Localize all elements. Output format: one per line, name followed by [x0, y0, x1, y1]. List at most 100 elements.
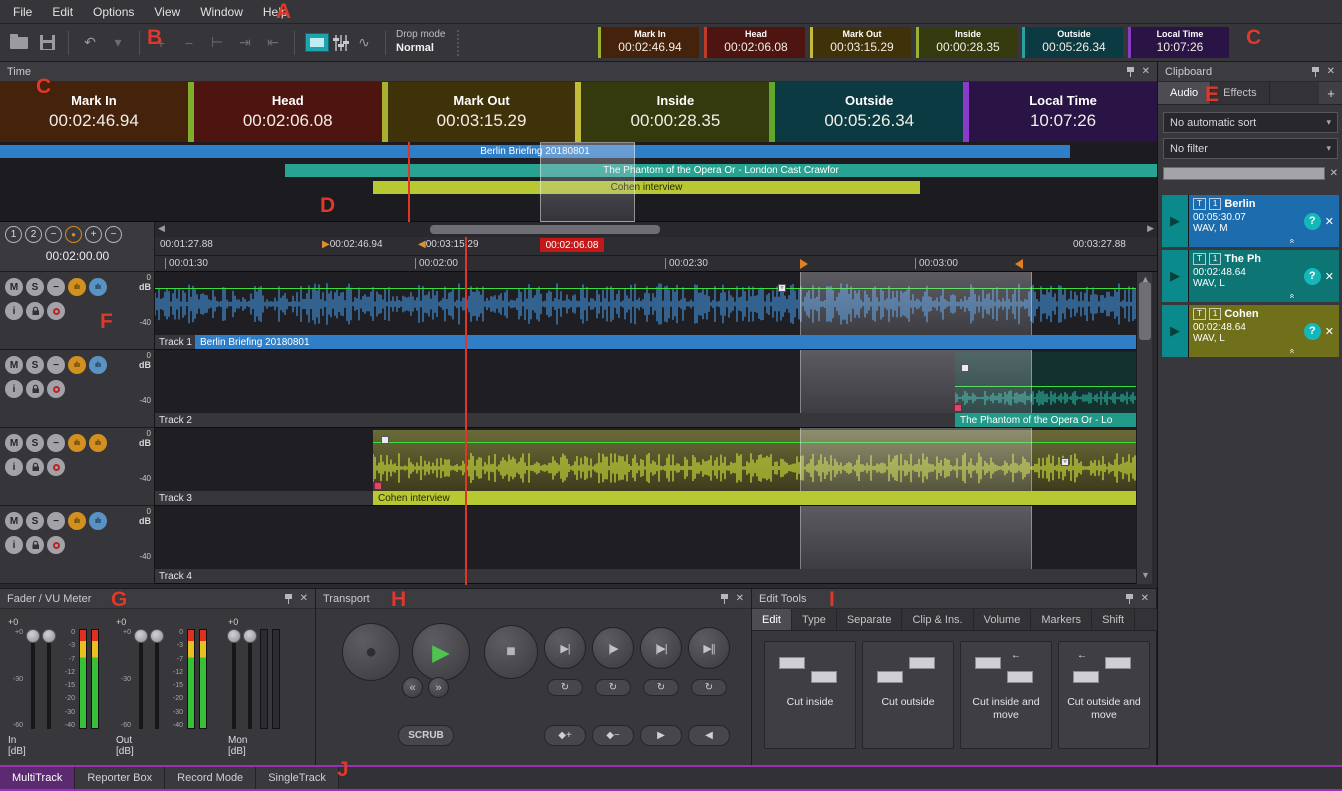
pan-curve-icon[interactable]: ılı	[89, 512, 107, 530]
ruler-tick-row[interactable]: 00:01:30 00:02:00 00:02:30 00:03:00	[155, 255, 1157, 272]
zoom-out-button[interactable]: −	[45, 226, 62, 243]
collapse-button[interactable]: −	[47, 434, 65, 452]
overview-clip-phantom[interactable]: The Phantom of the Opera Or - London Cas…	[285, 164, 1157, 177]
workspace-tab-singletrack[interactable]: SingleTrack	[256, 767, 339, 789]
clip-marker[interactable]: ▿	[1061, 458, 1069, 466]
cut-inside-button[interactable]: Cut inside	[764, 641, 856, 749]
forward-button[interactable]: »	[428, 677, 449, 698]
cut-outside-button[interactable]: Cut outside	[862, 641, 954, 749]
clipboard-item[interactable]: ▶ T 1 Berlin 00:05:30.07 WAV, M « ? ✕	[1162, 195, 1339, 247]
play-icon[interactable]: ▶	[1162, 305, 1189, 357]
collapse-button[interactable]: −	[47, 278, 65, 296]
info-button[interactable]: i	[5, 536, 23, 554]
menu-item-window[interactable]: Window	[191, 2, 252, 22]
remove-item-icon[interactable]: ✕	[1325, 270, 1336, 283]
clipboard-item-body[interactable]: T 1 Berlin 00:05:30.07 WAV, M «	[1189, 195, 1297, 247]
horizontal-scrollbar-thumb[interactable]	[430, 225, 660, 234]
save-icon[interactable]	[36, 33, 58, 53]
filter-dropdown[interactable]: No filter ▾	[1163, 138, 1338, 159]
play-to-cursor-button[interactable]: ▶|	[544, 627, 586, 669]
playhead[interactable]	[465, 237, 467, 585]
close-icon[interactable]: ✕	[1142, 66, 1150, 77]
track-lane[interactable]: Track 2 The Phantom of the Opera Or - Lo	[155, 350, 1136, 428]
clipboard-item-body[interactable]: T 1 The Ph 00:02:48.64 WAV, L «	[1189, 250, 1297, 302]
close-icon[interactable]: ✕	[1327, 66, 1335, 77]
rewind-button[interactable]: «	[402, 677, 423, 698]
remove-item-icon[interactable]: ✕	[1325, 325, 1336, 338]
fader-knob[interactable]	[243, 629, 257, 643]
pan-curve-icon[interactable]: ılı	[89, 434, 107, 452]
track-lane[interactable]: Track 4	[155, 506, 1136, 584]
tab-clip-ins[interactable]: Clip & Ins.	[902, 609, 973, 630]
pin-icon[interactable]	[1126, 67, 1135, 77]
loop-button[interactable]: ↻	[643, 679, 679, 696]
stop-button[interactable]: ■	[484, 625, 538, 679]
volume-curve-icon[interactable]: ılı	[68, 434, 86, 452]
zoom-minus-button[interactable]: −	[105, 226, 122, 243]
marker-remove-button[interactable]: ◆−	[592, 725, 634, 746]
clip-start-marker[interactable]	[374, 482, 382, 490]
fader-left[interactable]	[31, 629, 35, 729]
record-button[interactable]: ●	[342, 623, 400, 681]
filter-input[interactable]	[1163, 167, 1325, 180]
lock-icon[interactable]	[26, 536, 44, 554]
arranger-overview[interactable]: Berlin Briefing 20180801 The Phantom of …	[0, 142, 1157, 222]
pin-icon[interactable]	[720, 594, 729, 604]
fader-right[interactable]	[248, 629, 252, 729]
fader-knob[interactable]	[42, 629, 56, 643]
pan-curve-icon[interactable]: ılı	[89, 356, 107, 374]
vertical-scrollbar-thumb[interactable]	[1139, 282, 1151, 340]
zoom-preset-2-button[interactable]: 2	[25, 226, 42, 243]
ruler-marker-row[interactable]: 00:01:27.88 ▶00:02:46.94 ◀00:03:15.29 00…	[155, 237, 1157, 255]
play-from-cursor-button[interactable]: |▶	[592, 627, 634, 669]
fader-left[interactable]	[232, 629, 236, 729]
zoom-in-button[interactable]: +	[85, 226, 102, 243]
marker-add-button[interactable]: ◆+	[544, 725, 586, 746]
drop-mode-selector[interactable]: Drop mode Normal	[396, 29, 445, 55]
tab-type[interactable]: Type	[792, 609, 837, 630]
mute-button[interactable]: M	[5, 434, 23, 452]
pin-icon[interactable]	[1125, 594, 1134, 604]
info-button[interactable]: i	[5, 458, 23, 476]
help-icon[interactable]: ?	[1304, 213, 1321, 230]
loop-button[interactable]: ↻	[547, 679, 583, 696]
record-arm-button[interactable]	[47, 458, 65, 476]
overview-visible-range[interactable]	[540, 142, 635, 222]
collapse-button[interactable]: −	[47, 512, 65, 530]
close-icon[interactable]: ✕	[736, 593, 744, 604]
workspace-tab-reporter-box[interactable]: Reporter Box	[75, 767, 165, 789]
clear-filter-icon[interactable]: ✕	[1330, 168, 1338, 179]
pin-icon[interactable]	[1311, 67, 1320, 77]
mute-button[interactable]: M	[5, 278, 23, 296]
scrub-button[interactable]: SCRUB	[398, 725, 454, 746]
lock-icon[interactable]	[26, 458, 44, 476]
wave-pen-icon[interactable]: ∿	[353, 33, 375, 53]
horizontal-scrollbar[interactable]: ◀ ▶	[155, 222, 1157, 237]
scroll-left-icon[interactable]: ◀	[158, 223, 165, 234]
play-button[interactable]: ▶	[412, 623, 470, 681]
cut-inside-and-move-button[interactable]: ← Cut inside and move	[960, 641, 1052, 749]
zoom-preset-1-button[interactable]: 1	[5, 226, 22, 243]
solo-button[interactable]: S	[26, 356, 44, 374]
fader-right[interactable]	[155, 629, 159, 729]
menu-item-file[interactable]: File	[4, 2, 41, 22]
timeline-ruler[interactable]: ◀ ▶ 00:01:27.88 ▶00:02:46.94 ◀00:03:15.2…	[155, 222, 1157, 272]
open-file-icon[interactable]	[8, 33, 30, 53]
scroll-down-icon[interactable]: ▼	[1141, 570, 1150, 580]
cut-outside-and-move-button[interactable]: ← Cut outside and move	[1058, 641, 1150, 749]
info-button[interactable]: i	[5, 302, 23, 320]
vertical-scrollbar[interactable]: ▲ ▼	[1136, 272, 1152, 584]
mark-out-marker-icon[interactable]	[1015, 259, 1023, 269]
add-tab-button[interactable]: +	[1319, 82, 1342, 104]
tab-effects[interactable]: Effects	[1211, 82, 1269, 104]
volume-curve-icon[interactable]: ılı	[68, 278, 86, 296]
tab-separate[interactable]: Separate	[837, 609, 903, 630]
clipboard-item[interactable]: ▶ T 1 Cohen 00:02:48.64 WAV, L « ? ✕	[1162, 305, 1339, 357]
sort-dropdown[interactable]: No automatic sort ▾	[1163, 112, 1338, 133]
fader-knob[interactable]	[150, 629, 164, 643]
play-over-cut-button[interactable]: |▶|	[640, 627, 682, 669]
clip-marker[interactable]	[381, 436, 389, 444]
scroll-right-icon[interactable]: ▶	[1147, 223, 1154, 234]
tab-volume[interactable]: Volume	[974, 609, 1032, 630]
collapse-chevrons-icon[interactable]: «	[1287, 348, 1297, 353]
